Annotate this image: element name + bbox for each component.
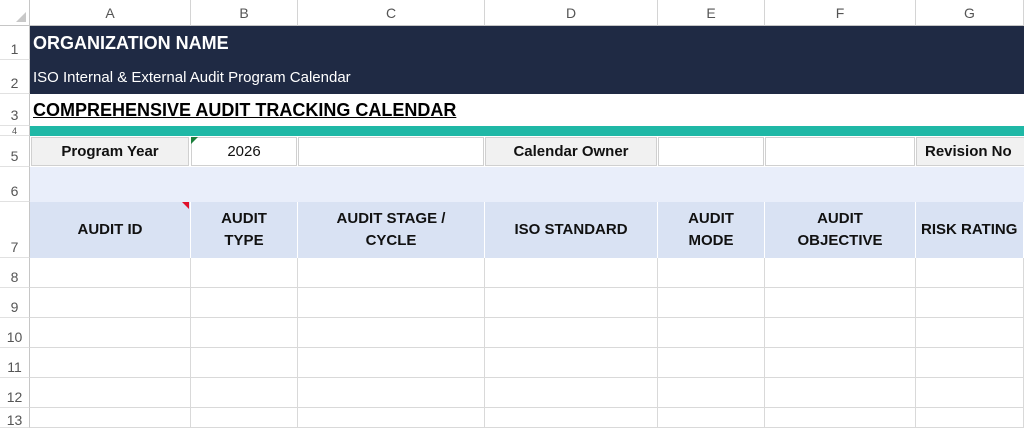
table-cell[interactable]: [485, 348, 658, 378]
subtitle-text: ISO Internal & External Audit Program Ca…: [33, 68, 351, 86]
row-header-6[interactable]: 6: [0, 167, 30, 202]
table-cell[interactable]: [30, 318, 191, 348]
column-header-c[interactable]: C: [298, 0, 485, 26]
table-cell[interactable]: [485, 258, 658, 288]
column-header-g[interactable]: G: [916, 0, 1024, 26]
org-name-text: ORGANIZATION NAME: [33, 32, 229, 53]
table-cell[interactable]: [298, 258, 485, 288]
header-iso-standard[interactable]: ISO STANDARD: [485, 202, 658, 258]
table-cell[interactable]: [765, 318, 916, 348]
table-cell[interactable]: [191, 288, 298, 318]
column-header-d[interactable]: D: [485, 0, 658, 26]
table-cell[interactable]: [298, 348, 485, 378]
table-cell[interactable]: [30, 258, 191, 288]
comment-indicator-icon: [182, 202, 189, 209]
table-cell[interactable]: [916, 288, 1024, 318]
table-cell[interactable]: [916, 258, 1024, 288]
header-audit-id[interactable]: AUDIT ID: [30, 202, 191, 258]
row-header-10[interactable]: 10: [0, 318, 30, 348]
table-cell[interactable]: [658, 348, 765, 378]
table-cell[interactable]: [916, 318, 1024, 348]
row-header-2[interactable]: 2: [0, 60, 30, 94]
calendar-owner-label: Calendar Owner: [485, 137, 657, 166]
calendar-owner-spacer-cell[interactable]: [765, 137, 915, 166]
row-header-4[interactable]: 4: [0, 126, 30, 136]
table-cell[interactable]: [191, 258, 298, 288]
header-audit-mode[interactable]: AUDIT MODE: [658, 202, 765, 258]
program-year-label: Program Year: [31, 137, 189, 166]
spreadsheet-grid: A B C D E F G 1 2 3 4 5 6 7 8 9 10 11 12…: [0, 0, 1024, 428]
table-cell[interactable]: [765, 348, 916, 378]
table-cell[interactable]: [298, 288, 485, 318]
column-header-e[interactable]: E: [658, 0, 765, 26]
header-audit-stage-cycle[interactable]: AUDIT STAGE / CYCLE: [298, 202, 485, 258]
select-all-corner[interactable]: [0, 0, 30, 26]
table-cell[interactable]: [916, 408, 1024, 428]
table-cell[interactable]: [191, 318, 298, 348]
table-cell[interactable]: [765, 408, 916, 428]
table-cell[interactable]: [765, 288, 916, 318]
table-cell[interactable]: [485, 288, 658, 318]
table-cell[interactable]: [765, 378, 916, 408]
row-header-13[interactable]: 13: [0, 408, 30, 428]
green-error-indicator-icon: [191, 137, 198, 144]
table-cell[interactable]: [485, 408, 658, 428]
table-cell[interactable]: [658, 378, 765, 408]
table-cell[interactable]: [30, 408, 191, 428]
table-cell[interactable]: [658, 288, 765, 318]
table-cell[interactable]: [30, 288, 191, 318]
header-audit-objective[interactable]: AUDIT OBJECTIVE: [765, 202, 916, 258]
table-cell[interactable]: [191, 378, 298, 408]
table-cell[interactable]: [30, 348, 191, 378]
row-header-9[interactable]: 9: [0, 288, 30, 318]
table-cell[interactable]: [916, 378, 1024, 408]
row-header-8[interactable]: 8: [0, 258, 30, 288]
table-cell[interactable]: [658, 258, 765, 288]
table-cell[interactable]: [298, 318, 485, 348]
program-year-spacer-cell[interactable]: [298, 137, 484, 166]
revision-no-label: Revision No: [916, 137, 1024, 166]
table-cell[interactable]: [485, 318, 658, 348]
table-cell[interactable]: [658, 408, 765, 428]
table-cell[interactable]: [191, 408, 298, 428]
table-cell[interactable]: [298, 378, 485, 408]
table-cell[interactable]: [191, 348, 298, 378]
tracking-title-text: COMPREHENSIVE AUDIT TRACKING CALENDAR: [33, 99, 457, 120]
table-cell[interactable]: [658, 318, 765, 348]
subtitle-cell[interactable]: ISO Internal & External Audit Program Ca…: [30, 60, 1024, 94]
table-cell[interactable]: [485, 378, 658, 408]
column-header-a[interactable]: A: [30, 0, 191, 26]
table-cell[interactable]: [30, 378, 191, 408]
select-all-triangle-icon: [16, 12, 26, 22]
org-name-cell[interactable]: ORGANIZATION NAME: [30, 26, 1024, 60]
table-cell[interactable]: [765, 258, 916, 288]
spacer-band: [30, 167, 1024, 202]
program-year-value[interactable]: 2026: [191, 137, 297, 166]
column-header-f[interactable]: F: [765, 0, 916, 26]
row-header-11[interactable]: 11: [0, 348, 30, 378]
column-header-b[interactable]: B: [191, 0, 298, 26]
header-risk-rating[interactable]: RISK RATING: [916, 202, 1024, 258]
table-cell[interactable]: [298, 408, 485, 428]
row-header-12[interactable]: 12: [0, 378, 30, 408]
row-header-7[interactable]: 7: [0, 202, 30, 258]
header-audit-type[interactable]: AUDIT TYPE: [191, 202, 298, 258]
row-header-5[interactable]: 5: [0, 136, 30, 167]
row-header-3[interactable]: 3: [0, 94, 30, 126]
tracking-title-cell[interactable]: COMPREHENSIVE AUDIT TRACKING CALENDAR: [30, 94, 1024, 126]
accent-bar: [30, 126, 1024, 136]
row-header-1[interactable]: 1: [0, 26, 30, 60]
calendar-owner-value[interactable]: [658, 137, 764, 166]
table-cell[interactable]: [916, 348, 1024, 378]
